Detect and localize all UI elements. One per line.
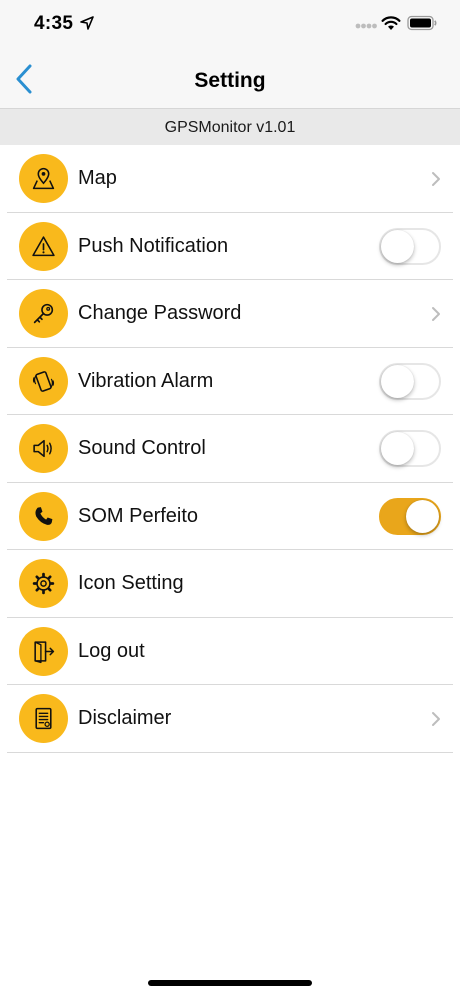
som-perfeito-toggle[interactable] — [379, 497, 441, 535]
toggle-knob — [381, 432, 414, 465]
settings-row-label: Icon Setting — [78, 572, 184, 594]
location-arrow-icon — [80, 16, 94, 30]
wifi-icon — [381, 16, 401, 30]
settings-row-push-notification[interactable]: Push Notification — [7, 213, 453, 280]
settings-row-vibration-alarm[interactable]: Vibration Alarm — [7, 348, 453, 415]
settings-row-label: Log out — [78, 639, 145, 662]
page-title: Setting — [194, 69, 266, 92]
settings-row-label: SOM Perfeito — [78, 504, 199, 527]
map-pin-icon — [19, 154, 68, 203]
settings-row-change-password[interactable]: Change Password — [7, 280, 453, 348]
status-time: 4:35 — [34, 13, 74, 34]
toggle-knob — [381, 229, 414, 263]
settings-row-label: Change Password — [78, 302, 242, 324]
settings-row-label: Vibration Alarm — [78, 369, 214, 392]
chevron-right-icon — [432, 712, 440, 726]
settings-row-label: Push Notification — [78, 234, 229, 257]
settings-row-label: Disclaimer — [78, 707, 172, 729]
vibration-alarm-toggle[interactable] — [379, 362, 441, 400]
home-indicator — [148, 980, 312, 986]
logout-icon — [19, 626, 68, 676]
settings-row-som-perfeito[interactable]: SOM Perfeito — [7, 483, 453, 550]
phone-icon — [19, 491, 68, 541]
chevron-right-icon — [432, 307, 440, 321]
sound-control-toggle[interactable] — [379, 430, 441, 467]
settings-row-label: Map — [78, 167, 117, 189]
key-icon — [19, 289, 68, 338]
version-text: GPSMonitor v1.01 — [164, 119, 296, 136]
settings-row-map[interactable]: Map — [7, 145, 453, 213]
navigation-bar: Setting — [0, 50, 460, 108]
signal-icon — [355, 23, 377, 29]
version-header: GPSMonitor v1.01 — [0, 108, 460, 145]
settings-row-sound-control[interactable]: Sound Control — [7, 415, 453, 483]
battery-icon — [407, 15, 437, 31]
settings-row-disclaimer[interactable]: Disclaimer — [7, 685, 453, 753]
toggle-knob — [381, 364, 414, 398]
push-notification-toggle[interactable] — [379, 227, 441, 265]
chevron-right-icon — [432, 172, 440, 186]
status-bar: 4:35 — [0, 0, 460, 50]
toggle-knob — [406, 499, 439, 533]
document-icon — [19, 694, 68, 743]
vibration-icon — [19, 356, 68, 406]
settings-row-icon-setting[interactable]: Icon Setting — [7, 550, 453, 618]
gear-icon — [19, 559, 68, 608]
warning-icon — [19, 221, 68, 271]
settings-row-log-out[interactable]: Log out — [7, 618, 453, 685]
settings-list: Map Push Notification Change Password Vi… — [0, 145, 460, 753]
speaker-icon — [19, 424, 68, 473]
settings-row-label: Sound Control — [78, 437, 206, 459]
